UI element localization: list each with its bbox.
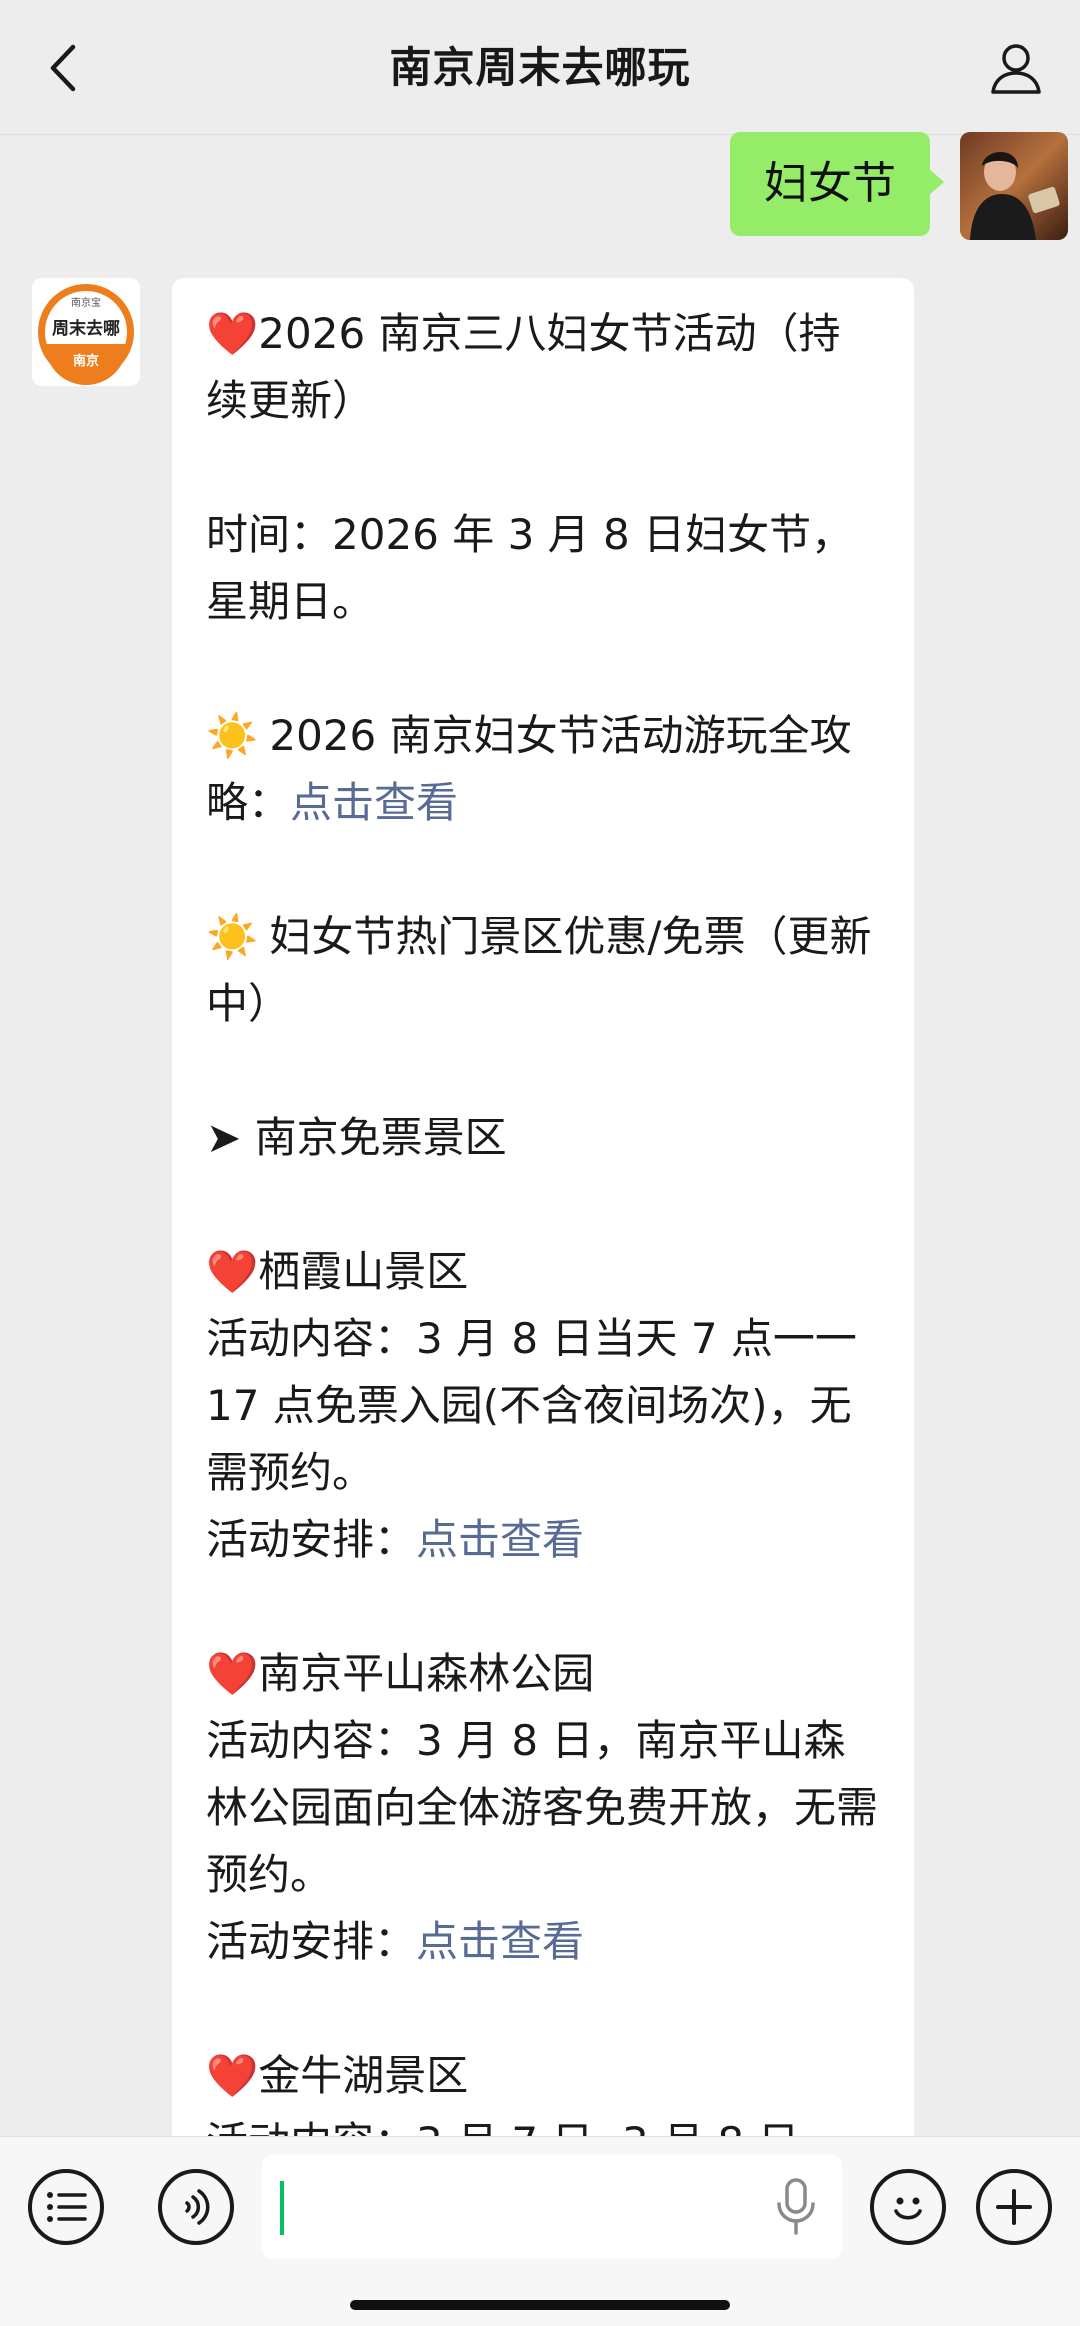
heart-icon: ❤️ [206,1247,259,1296]
input-bar [0,2136,1080,2326]
discount-line: ☀️ 妇女节热门景区优惠/免票（更新中） [206,903,880,1037]
spot-schedule-label: 活动安排： [206,1515,417,1564]
bot-avatar[interactable]: 南京宝 周末去哪 南京 [32,278,140,386]
reply-title-line: ❤️2026 南京三八妇女节活动（持续更新） [206,300,880,434]
spot-content: 活动内容：3 月 8 日，南京平山森林公园面向全体游客免费开放，无需预约。 [206,1716,879,1899]
user-avatar-image [960,132,1068,240]
guide-line: ☀️ 2026 南京妇女节活动游玩全攻略：点击查看 [206,702,880,836]
spot-name: 栖霞山景区 [258,1247,469,1296]
logo-main-text: 周末去哪 [52,319,120,339]
bot-message-bubble[interactable]: ❤️2026 南京三八妇女节活动（持续更新） 时间：2026 年 3 月 8 日… [172,278,914,2326]
logo-top-text: 南京宝 [71,298,101,309]
heart-icon: ❤️ [206,2051,259,2100]
free-header: 南京免票景区 [254,1113,507,1162]
spot-content: 活动内容：3 月 8 日当天 7 点一一 17 点免票入园(不含夜间场次)，无需… [206,1314,857,1497]
arrow-right-icon: ➤ [206,1113,242,1162]
spot-name-line: ❤️南京平山森林公园 [206,1640,880,1707]
user-avatar[interactable] [960,132,1068,240]
spot-name-line: ❤️栖霞山景区 [206,1238,880,1305]
menu-button[interactable] [28,2169,104,2245]
voice-icon [185,2189,210,2225]
more-button[interactable] [976,2169,1052,2245]
reply-time: 时间：2026 年 3 月 8 日妇女节，星期日。 [206,510,854,626]
heart-icon: ❤️ [206,309,259,358]
discount-text: 妇女节热门景区优惠/免票（更新中） [206,912,872,1028]
spot-name: 金牛湖景区 [258,2051,469,2100]
spot-schedule-label: 活动安排： [206,1917,417,1966]
sun-icon: ☀️ [206,711,259,760]
person-icon [991,44,1041,94]
guide-link[interactable]: 点击查看 [290,778,458,827]
emoji-button[interactable] [870,2169,946,2245]
spot-schedule-line: 活动安排：点击查看 [206,1908,880,1975]
list-icon [47,2192,87,2222]
user-message: 妇女节 [730,132,1068,240]
voice-button[interactable] [158,2169,234,2245]
spot-schedule-line: 活动安排：点击查看 [206,1506,880,1573]
sun-icon: ☀️ [206,912,259,961]
mic-icon[interactable] [772,2177,820,2237]
heart-icon: ❤️ [206,1649,259,1698]
spot-name-line: ❤️金牛湖景区 [206,2042,880,2109]
chat-title: 南京周末去哪玩 [389,43,691,92]
logo-sub-text: 南京 [72,354,99,369]
text-caret [280,2181,284,2235]
spot-schedule-link[interactable]: 点击查看 [416,1917,584,1966]
message-input[interactable] [262,2155,842,2259]
home-indicator[interactable] [350,2300,730,2310]
chat-header: 南京周末去哪玩 [0,0,1080,135]
smiley-icon [894,2197,922,2220]
profile-button[interactable] [980,32,1052,104]
plus-icon [996,2189,1032,2225]
spot-name: 南京平山森林公园 [258,1649,595,1698]
free-header-line: ➤ 南京免票景区 [206,1104,880,1171]
reply-title: 2026 南京三八妇女节活动（持续更新） [206,309,841,425]
user-message-bubble[interactable]: 妇女节 [730,132,944,236]
spot-schedule-link[interactable]: 点击查看 [416,1515,584,1564]
